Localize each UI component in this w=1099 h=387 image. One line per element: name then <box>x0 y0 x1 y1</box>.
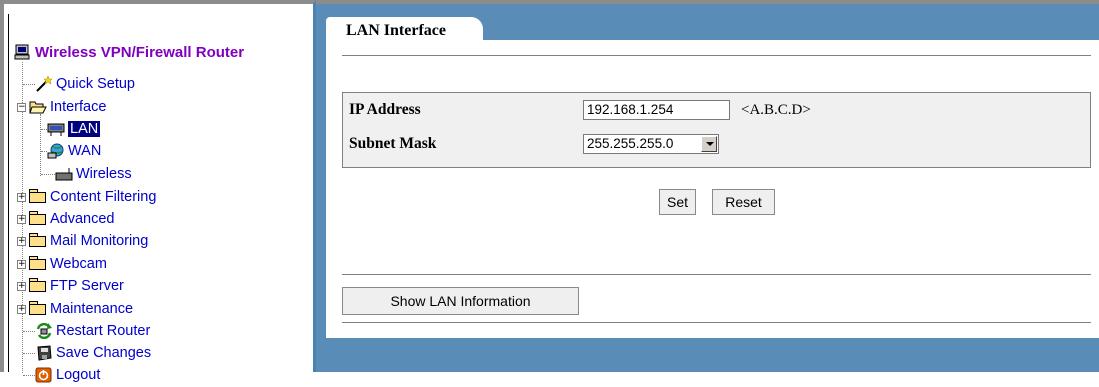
expand-icon[interactable]: + <box>17 236 26 246</box>
divider <box>342 55 1091 57</box>
subnet-mask-value: 255.255.255.0 <box>587 136 674 151</box>
subnet-mask-select[interactable]: 255.255.255.0 <box>583 134 719 154</box>
nav-item-restart-router[interactable]: Restart Router <box>23 320 150 342</box>
nav-tree: Wireless VPN/Firewall Router Quick Setup… <box>0 0 316 383</box>
folder-icon <box>29 301 47 317</box>
wand-icon <box>35 75 53 92</box>
folder-icon <box>29 278 47 294</box>
restart-icon <box>35 322 53 340</box>
nav-item-webcam[interactable]: + Webcam <box>17 253 107 275</box>
divider <box>342 322 1091 324</box>
nav-item-lan[interactable]: LAN <box>41 118 101 140</box>
nav-item-content-filtering[interactable]: + Content Filtering <box>17 186 156 208</box>
router-title[interactable]: Wireless VPN/Firewall Router <box>14 41 244 63</box>
tab-label: LAN Interface <box>346 22 446 39</box>
computer-icon <box>14 44 32 60</box>
expand-icon[interactable]: + <box>17 281 26 291</box>
collapse-icon[interactable]: − <box>17 102 26 112</box>
nav-item-mail-monitoring[interactable]: + Mail Monitoring <box>17 230 148 252</box>
ip-format-hint: <A.B.C.D> <box>741 102 811 118</box>
chevron-down-icon[interactable] <box>701 136 717 152</box>
logout-icon <box>35 367 53 383</box>
folder-icon <box>29 189 47 205</box>
folder-icon <box>29 256 47 272</box>
set-button[interactable]: Set <box>659 189 696 215</box>
ip-address-input[interactable]: 192.168.1.254 <box>583 100 730 120</box>
expand-icon[interactable]: + <box>17 192 26 202</box>
content-area: IP Address 192.168.1.254 <A.B.C.D> Subne… <box>326 40 1099 338</box>
nav-item-quick-setup[interactable]: Quick Setup <box>23 73 135 95</box>
folder-icon <box>29 233 47 249</box>
divider <box>342 274 1091 276</box>
main-panel: LAN Interface IP Address 192.168.1.254 <… <box>316 0 1099 372</box>
expand-icon[interactable]: + <box>17 259 26 269</box>
lan-form: IP Address 192.168.1.254 <A.B.C.D> Subne… <box>342 92 1091 168</box>
nav-item-maintenance[interactable]: + Maintenance <box>17 298 133 320</box>
folder-icon <box>29 211 47 227</box>
show-lan-information-button[interactable]: Show LAN Information <box>342 287 579 315</box>
nav-item-wireless[interactable]: Wireless <box>41 163 132 185</box>
wireless-icon <box>55 166 73 182</box>
expand-icon[interactable]: + <box>17 304 26 314</box>
nav-item-advanced[interactable]: + Advanced <box>17 208 115 230</box>
lan-icon <box>47 121 65 137</box>
router-title-label: Wireless VPN/Firewall Router <box>35 43 245 61</box>
reset-button[interactable]: Reset <box>712 189 775 215</box>
nav-item-ftp-server[interactable]: + FTP Server <box>17 275 124 297</box>
nav-item-lan-label: LAN <box>68 121 101 137</box>
save-icon <box>35 345 53 361</box>
expand-icon[interactable]: + <box>17 214 26 224</box>
nav-tree-inner: Wireless VPN/Firewall Router Quick Setup… <box>8 14 313 383</box>
wan-icon <box>47 143 65 159</box>
subnet-mask-label: Subnet Mask <box>349 135 437 152</box>
nav-item-interface[interactable]: − Interface <box>17 96 106 118</box>
folder-open-icon <box>29 99 47 115</box>
nav-item-wan[interactable]: WAN <box>41 140 101 162</box>
nav-item-logout[interactable]: Logout <box>23 364 100 386</box>
nav-item-save-changes[interactable]: Save Changes <box>23 342 151 364</box>
ip-address-label: IP Address <box>349 101 421 118</box>
